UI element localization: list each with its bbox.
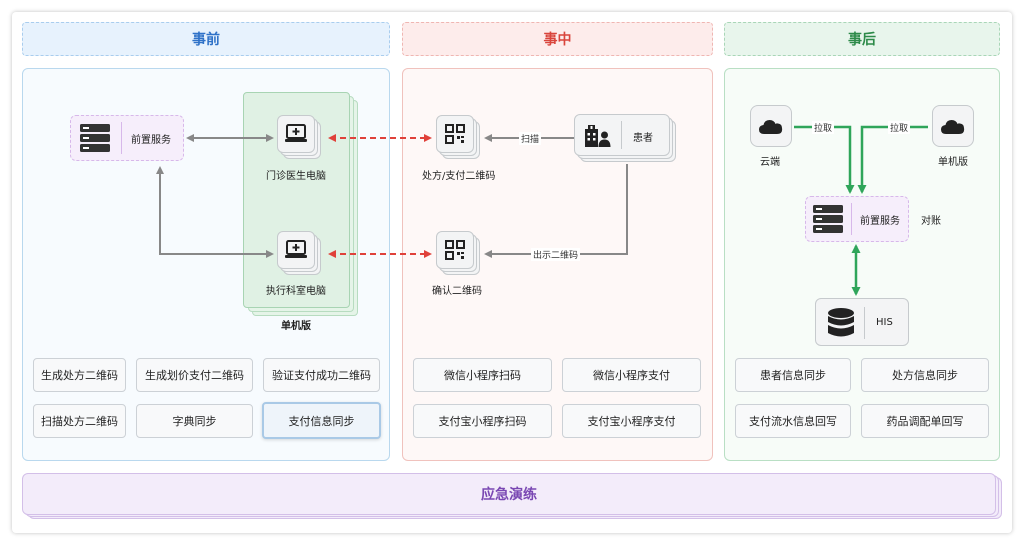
chip-generate-rx-qr: 生成处方二维码 <box>33 358 126 392</box>
rx-qr-label: 处方/支付二维码 <box>422 171 496 182</box>
chip-patient-info-sync: 患者信息同步 <box>735 358 851 392</box>
chip-wechat-pay: 微信小程序支付 <box>562 358 701 392</box>
pull-left-label: 拉取 <box>812 121 835 134</box>
rx-qr-node <box>436 115 480 159</box>
his-label: HIS <box>876 317 893 328</box>
outpatient-pc-label: 门诊医生电脑 <box>266 171 326 182</box>
chip-generate-pricing-qr: 生成划价支付二维码 <box>136 358 253 392</box>
chip-rx-info-sync: 处方信息同步 <box>861 358 989 392</box>
chip-payment-flow-writeback: 支付流水信息回写 <box>735 404 851 438</box>
patient-label: 患者 <box>633 133 653 144</box>
standalone-node <box>932 105 974 147</box>
chip-payment-info-sync: 支付信息同步 <box>262 402 381 439</box>
chip-wechat-scan: 微信小程序扫码 <box>413 358 552 392</box>
emergency-drill: 应急演练 <box>22 473 1002 519</box>
front-service-after-label: 前置服务 <box>860 216 900 227</box>
chip-alipay-pay: 支付宝小程序支付 <box>562 404 701 438</box>
database-icon <box>828 308 854 342</box>
standalone-after-label: 单机版 <box>938 157 968 168</box>
cloud-label: 云端 <box>760 157 780 168</box>
emergency-drill-label: 应急演练 <box>22 473 996 515</box>
medical-laptop-icon <box>285 240 307 258</box>
hospital-patient-icon <box>585 125 611 151</box>
connectors <box>156 125 928 296</box>
cloud-icon <box>759 120 783 134</box>
show-qr-label: 出示二维码 <box>531 248 581 261</box>
chip-dictionary-sync: 字典同步 <box>136 404 253 438</box>
confirm-qr-node <box>436 231 480 275</box>
chip-alipay-scan: 支付宝小程序扫码 <box>413 404 552 438</box>
chip-dispensing-writeback: 药品调配单回写 <box>861 404 989 438</box>
chip-verify-payment-qr: 验证支付成功二维码 <box>263 358 380 392</box>
qr-code-icon <box>445 124 465 144</box>
front-service-before: 前置服务 <box>70 115 184 161</box>
cloud-node <box>750 105 792 147</box>
patient-node: 患者 <box>574 114 670 156</box>
front-service-label: 前置服务 <box>131 135 171 146</box>
reconcile-label: 对账 <box>921 216 941 227</box>
chip-scan-rx-qr: 扫描处方二维码 <box>33 404 126 438</box>
his-node: HIS <box>815 298 909 346</box>
cloud-icon <box>941 120 965 134</box>
server-icon <box>80 124 110 156</box>
medical-laptop-icon <box>285 124 307 142</box>
server-icon <box>813 205 843 237</box>
pull-right-label: 拉取 <box>888 121 911 134</box>
qr-code-icon <box>445 240 465 260</box>
front-service-after: 前置服务 <box>805 196 909 242</box>
exec-pc-label: 执行科室电脑 <box>266 286 326 297</box>
confirm-qr-label: 确认二维码 <box>432 286 482 297</box>
scan-label: 扫描 <box>519 132 542 145</box>
exec-pc-node <box>277 231 321 275</box>
outpatient-pc-node <box>277 115 321 159</box>
